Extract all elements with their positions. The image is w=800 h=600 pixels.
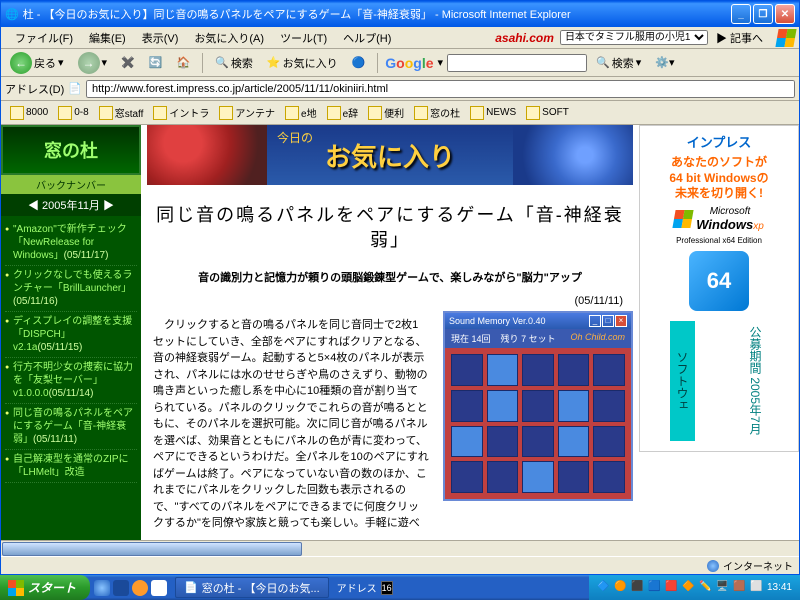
tray-icon[interactable]: 🖥️ (716, 581, 730, 595)
menu-view[interactable]: 表示(V) (134, 27, 187, 49)
taskbar-address: アドレス (337, 580, 393, 595)
asahi-go[interactable]: ▶ 記事へ (708, 27, 771, 49)
address-label: アドレス(D) (5, 81, 64, 97)
main-article: 今日の お気に入り 同じ音の鳴るパネルをペアにするゲーム「音-神経衰弱」 音の識… (141, 125, 639, 540)
link-staff[interactable]: 窓staff (94, 103, 149, 122)
link-soft[interactable]: SOFT (521, 104, 574, 122)
search-button[interactable]: 🔍検索 (210, 52, 258, 74)
app-icon: 🌐 (5, 8, 19, 21)
article-list: "Amazon"で新作チェック「NewRelease for Windows」(… (1, 216, 141, 487)
zone-label: インターネット (723, 558, 793, 573)
taskbar-task[interactable]: 📄窓の杜 - 【今日のお気... (175, 577, 329, 598)
back-button[interactable]: ←戻る ▾ (5, 49, 69, 77)
asahi-select[interactable]: 日本でタミフル服用の小児1 (560, 30, 708, 45)
link-antenna[interactable]: アンテナ (214, 103, 280, 122)
link-8000[interactable]: 8000 (5, 104, 53, 122)
sidebar-article[interactable]: 自己解凍型を通常のZIPに「LHMelt」改造 (5, 450, 137, 483)
google-logo: Google (385, 55, 433, 71)
site-sidebar: 窓の杜 バックナンバー ◀ 2005年11月 ▶ "Amazon"で新作チェック… (1, 125, 141, 540)
link-eji[interactable]: e辞 (322, 103, 364, 122)
address-bar: アドレス(D) 📄 (1, 77, 799, 101)
impress-ad[interactable]: インプレス あなたのソフトが64 bit Windowsの未来を切り開く! Mi… (639, 125, 799, 452)
ql-desktop-icon[interactable] (113, 580, 129, 596)
article-subtitle: 音の識別力と記憶力が頼りの頭脳鍛錬型ゲームで、楽しみながら"脳力"アップ (147, 263, 633, 291)
okiniiri-banner: 今日の お気に入り (147, 125, 633, 185)
tray-icon[interactable]: 🟫 (733, 581, 747, 595)
refresh-button[interactable]: 🔄 (144, 53, 168, 72)
tray-icon[interactable]: 🟠 (614, 581, 628, 595)
start-button[interactable]: スタート (0, 575, 90, 600)
menu-help[interactable]: ヘルプ(H) (335, 27, 399, 49)
google-search-input[interactable] (447, 54, 587, 72)
article-body: クリックすると音の鳴るパネルを同じ音同士で2枚1セットにしていき、全部をペアにす… (147, 311, 435, 538)
nav-toolbar: ←戻る ▾ →▾ ✖️ 🔄 🏠 🔍検索 ⭐お気に入り 🔵 Google ▾ 🔍検… (1, 49, 799, 77)
system-tray[interactable]: 🔷 🟠 ⬛ 🟦 🟥 🔶 ✏️ 🖥️ 🟫 ⬜ 13:41 (589, 575, 800, 600)
menu-tools[interactable]: ツール(T) (272, 27, 335, 49)
ie-window: 🌐 杜 - 【今日のお気に入り】同じ音の鳴るパネルをペアにするゲーム「音-神経衰… (0, 0, 800, 575)
url-input[interactable] (86, 80, 795, 98)
media-button[interactable]: 🔵 (347, 53, 371, 72)
favorites-button[interactable]: ⭐お気に入り (262, 52, 343, 74)
month-header: ◀ 2005年11月 ▶ (1, 194, 141, 216)
stop-button[interactable]: ✖️ (116, 53, 140, 72)
statusbar: インターネット (1, 556, 799, 574)
home-button[interactable]: 🏠 (171, 53, 195, 72)
tray-icon[interactable]: ✏️ (699, 581, 713, 595)
google-search-button[interactable]: 🔍検索 ▾ (591, 52, 646, 74)
throbber-icon (777, 29, 799, 47)
link-echi[interactable]: e地 (280, 103, 322, 122)
clock[interactable]: 13:41 (767, 582, 792, 593)
tray-icon[interactable]: 🟥 (665, 581, 679, 595)
page-content: 窓の杜 バックナンバー ◀ 2005年11月 ▶ "Amazon"で新作チェック… (1, 125, 799, 540)
window-title: 杜 - 【今日のお気に入り】同じ音の鳴るパネルをペアにするゲーム「音-神経衰弱」… (19, 6, 729, 22)
minimize-button[interactable]: _ (731, 4, 751, 24)
zone-icon (707, 560, 719, 572)
article-date: (05/11/11) (147, 291, 633, 311)
menubar: ファイル(F) 編集(E) 表示(V) お気に入り(A) ツール(T) ヘルプ(… (1, 27, 799, 49)
sidebar-article[interactable]: 行方不明少女の捜索に協力を「友梨セーバー」v1.0.0.0(05/11/14) (5, 358, 137, 404)
ql-ie-icon[interactable] (94, 580, 110, 596)
links-bar: 8000 0-8 窓staff イントラ アンテナ e地 e辞 便利 窓の杜 N… (1, 101, 799, 125)
backnumber-header[interactable]: バックナンバー (1, 175, 141, 194)
menu-file[interactable]: ファイル(F) (7, 27, 81, 49)
site-logo[interactable]: 窓の杜 (1, 125, 141, 175)
tray-icon[interactable]: ⬜ (750, 581, 764, 595)
taskbar: スタート 📄窓の杜 - 【今日のお気... アドレス 🔷 🟠 ⬛ 🟦 🟥 🔶 ✏… (0, 575, 800, 600)
titlebar[interactable]: 🌐 杜 - 【今日のお気に入り】同じ音の鳴るパネルをペアにするゲーム「音-神経衰… (1, 1, 799, 27)
tray-icon[interactable]: ⬛ (631, 581, 645, 595)
link-benri[interactable]: 便利 (363, 103, 409, 122)
sidebar-article[interactable]: クリックなしでも使えるランチャー「BrillLauncher」(05/11/16… (5, 266, 137, 312)
page-icon: 📄 (68, 82, 82, 95)
horizontal-scrollbar[interactable] (1, 540, 799, 556)
link-news[interactable]: NEWS (465, 104, 521, 122)
taskbar-address-input[interactable] (381, 581, 393, 595)
maximize-button[interactable]: ❐ (753, 4, 773, 24)
sidebar-article[interactable]: ディスプレイの調整を支援「DISPCH」v2.1a(05/11/15) (5, 312, 137, 358)
sidebar-article[interactable]: "Amazon"で新作チェック「NewRelease for Windows」(… (5, 220, 137, 266)
game-screenshot: Sound Memory Ver.0.40_□× 現在 14回 残り 7 セット… (443, 311, 633, 538)
google-opt-button[interactable]: ⚙️▾ (650, 53, 679, 72)
link-0-8[interactable]: 0-8 (53, 104, 93, 122)
tray-icon[interactable]: 🟦 (648, 581, 662, 595)
asahi-logo[interactable]: asahi.com (495, 31, 554, 45)
menu-favorites[interactable]: お気に入り(A) (186, 27, 272, 49)
ql-firefox-icon[interactable] (132, 580, 148, 596)
menu-edit[interactable]: 編集(E) (81, 27, 134, 49)
forward-button[interactable]: →▾ (73, 49, 113, 77)
sidebar-article[interactable]: 同じ音の鳴るパネルをペアにするゲーム「音-神経衰弱」(05/11/11) (5, 404, 137, 450)
tray-icon[interactable]: 🔶 (682, 581, 696, 595)
link-mado[interactable]: 窓の杜 (409, 103, 465, 122)
quick-launch (90, 580, 171, 596)
ql-app-icon[interactable] (151, 580, 167, 596)
ad-sidebar: インプレス あなたのソフトが64 bit Windowsの未来を切り開く! Mi… (639, 125, 799, 540)
tray-icon[interactable]: 🔷 (597, 581, 611, 595)
close-button[interactable]: ✕ (775, 4, 795, 24)
article-title: 同じ音の鳴るパネルをペアにするゲーム「音-神経衰弱」 (147, 193, 633, 263)
link-intra[interactable]: イントラ (148, 103, 214, 122)
